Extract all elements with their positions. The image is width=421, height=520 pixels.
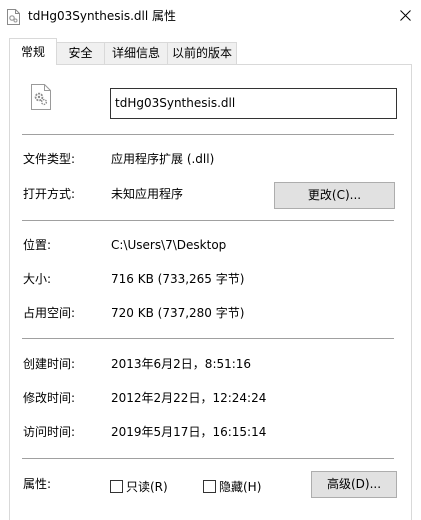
modified-label: 修改时间:	[23, 391, 76, 405]
tab-label: 常规	[20, 45, 45, 59]
general-panel	[9, 64, 412, 520]
size-value: 716 KB (733,265 字节)	[111, 272, 245, 286]
dll-file-icon	[7, 9, 20, 25]
size-on-disk-value: 720 KB (737,280 字节)	[111, 306, 245, 320]
checkbox-box[interactable]	[203, 479, 216, 493]
opens-with-value: 未知应用程序	[111, 187, 184, 201]
change-button[interactable]: 更改(C)...	[274, 182, 395, 209]
location-value: C:\Users\7\Desktop	[111, 238, 227, 252]
tab-details[interactable]: 详细信息	[104, 42, 168, 65]
hidden-checkbox[interactable]: 隐藏(H)	[203, 479, 262, 494]
tab-label: 以前的版本	[171, 46, 232, 60]
dll-file-icon	[31, 84, 51, 110]
modified-value: 2012年2月22日，12:24:24	[111, 391, 267, 405]
close-button[interactable]	[389, 0, 421, 30]
readonly-checkbox[interactable]: 只读(R)	[110, 479, 168, 494]
tab-label: 安全	[68, 46, 93, 60]
readonly-label: 只读(R)	[126, 479, 168, 494]
hidden-label: 隐藏(H)	[219, 479, 262, 494]
title-bar: tdHg03Synthesis.dll 属性	[0, 0, 421, 33]
file-type-value: 应用程序扩展 (.dll)	[111, 152, 215, 166]
tab-previous-versions[interactable]: 以前的版本	[167, 42, 237, 65]
separator	[22, 458, 394, 459]
separator	[22, 220, 394, 221]
size-on-disk-label: 占用空间:	[23, 306, 76, 320]
created-label: 创建时间:	[23, 357, 76, 371]
window-title: tdHg03Synthesis.dll 属性	[28, 9, 177, 23]
tab-label: 详细信息	[111, 46, 160, 60]
separator	[22, 134, 394, 135]
close-icon	[399, 9, 411, 21]
tab-general[interactable]: 常规	[9, 38, 57, 65]
checkbox-box[interactable]	[110, 479, 123, 493]
accessed-value: 2019年5月17日，16:15:14	[111, 425, 267, 439]
tab-security[interactable]: 安全	[56, 42, 105, 65]
attributes-label: 属性:	[23, 477, 52, 491]
tab-strip: 安全 详细信息 以前的版本 常规	[0, 38, 421, 65]
opens-with-label: 打开方式:	[23, 187, 76, 201]
size-label: 大小:	[23, 272, 52, 286]
advanced-button[interactable]: 高级(D)...	[311, 471, 397, 498]
file-type-label: 文件类型:	[23, 152, 76, 166]
created-value: 2013年6月2日，8:51:16	[111, 357, 252, 371]
location-label: 位置:	[23, 238, 52, 252]
accessed-label: 访问时间:	[23, 425, 76, 439]
file-name-input[interactable]: tdHg03Synthesis.dll	[110, 88, 397, 119]
separator	[22, 338, 394, 339]
